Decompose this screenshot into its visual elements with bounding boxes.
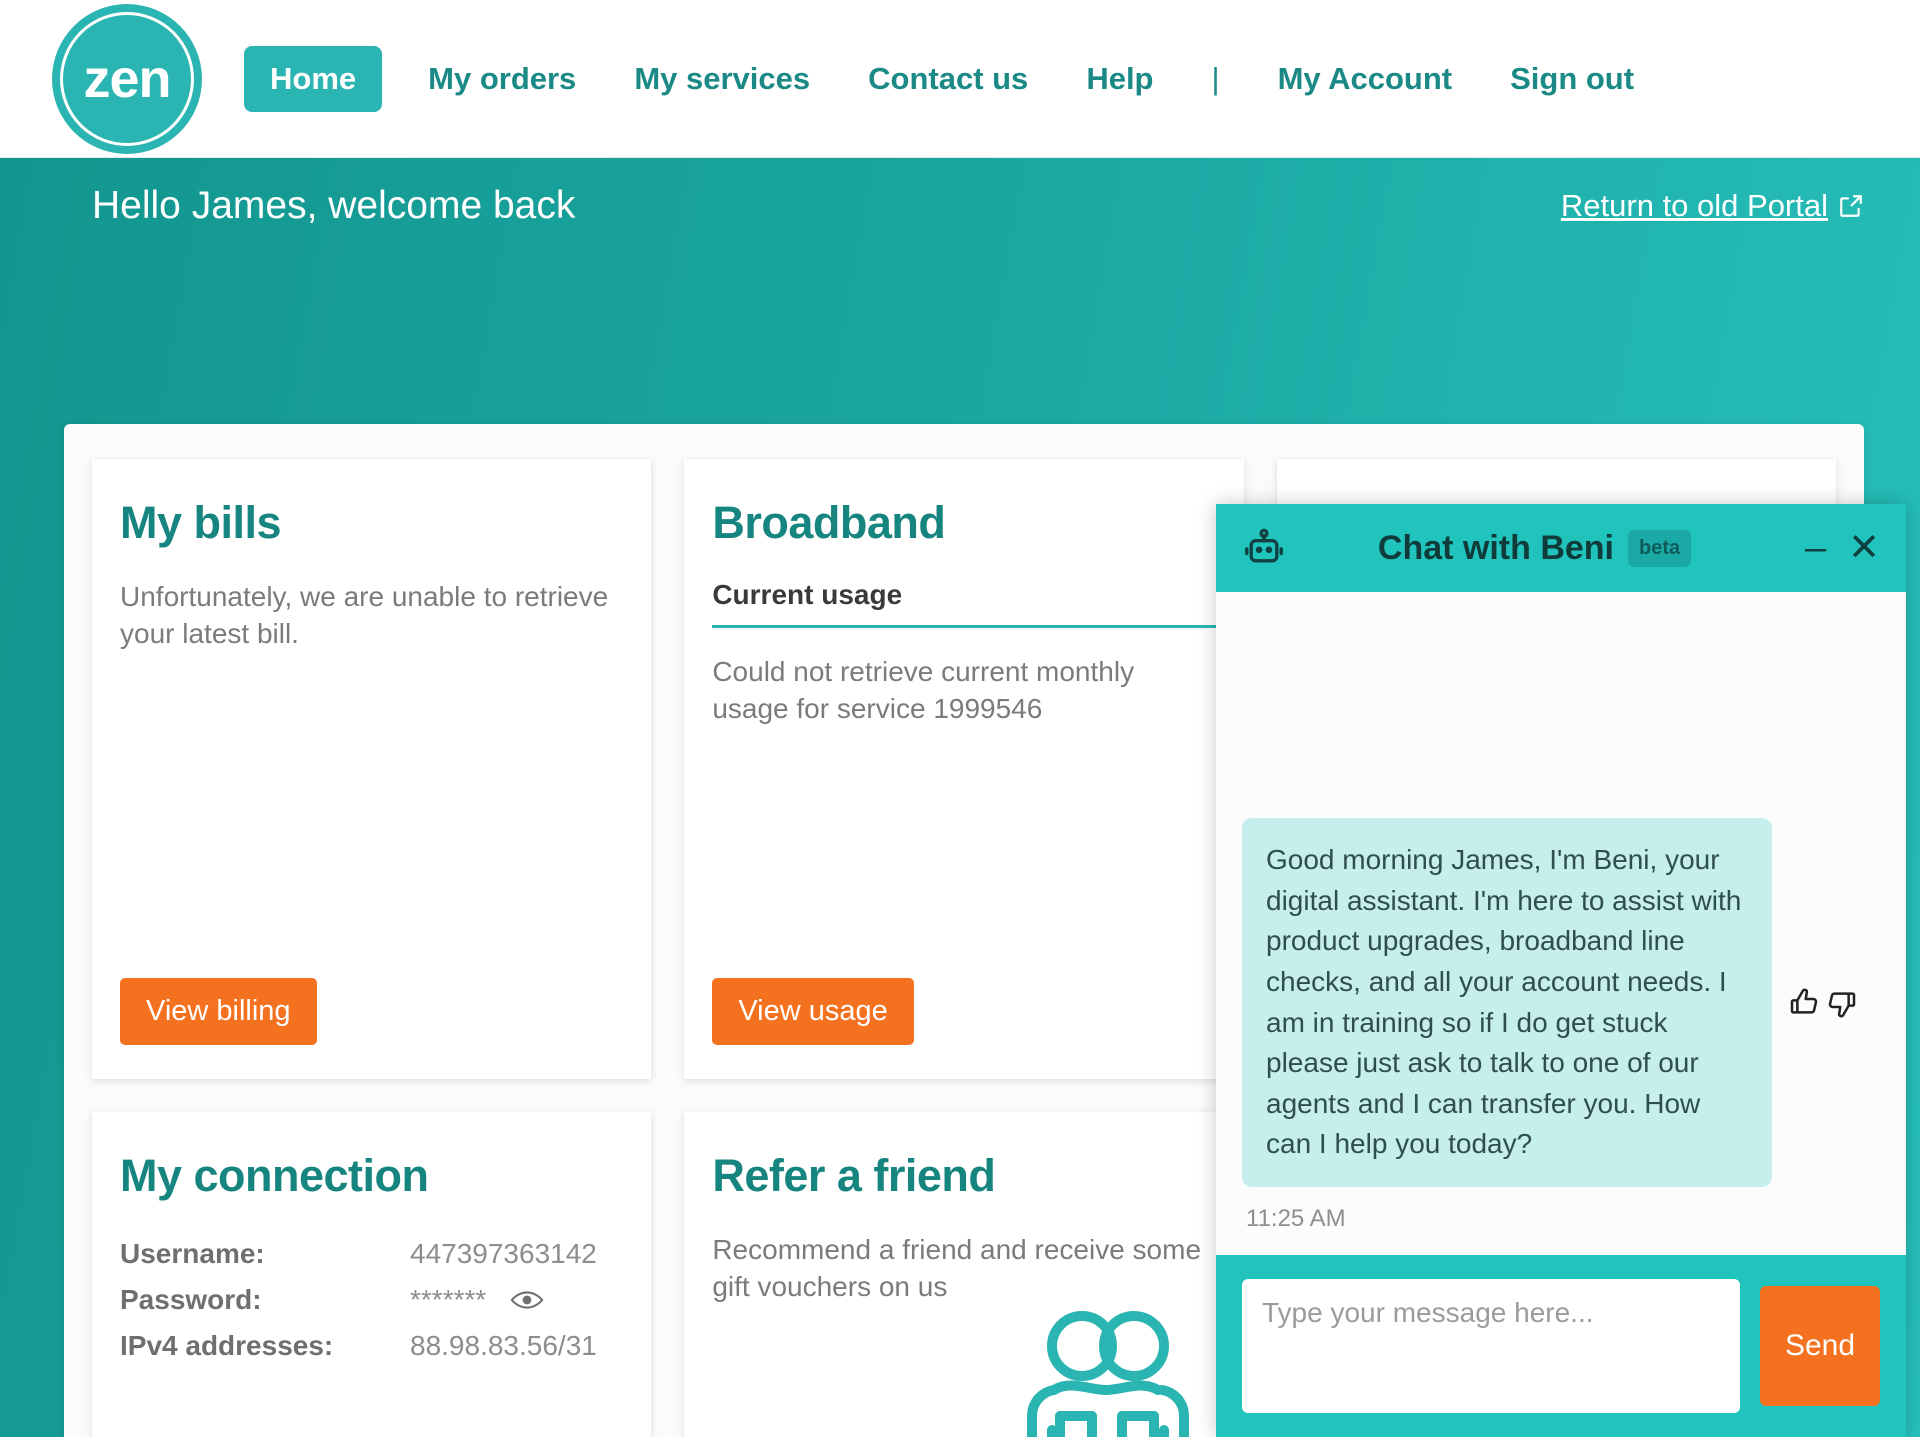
chat-message-list: Good morning James, I'm Beni, your digit… <box>1216 592 1906 1255</box>
ipv4-value: 88.98.83.56/31 <box>410 1330 597 1361</box>
message-rating-controls <box>1788 987 1858 1019</box>
return-link-label: Return to old Portal <box>1560 188 1828 223</box>
ipv4-label: IPv4 addresses: <box>120 1330 334 1361</box>
chat-footer: Send <box>1216 1255 1906 1437</box>
logo-text: zen <box>83 48 171 109</box>
zen-logo[interactable]: zen <box>52 3 202 154</box>
card-body-my-bills: Unfortunately, we are unable to retrieve… <box>120 581 609 649</box>
card-broadband: Broadband Current usage Could not retrie… <box>684 459 1244 1079</box>
nav-item-contact-us[interactable]: Contact us <box>868 61 1028 97</box>
broadband-current-usage-label: Current usage <box>712 579 1216 628</box>
password-label: Password: <box>120 1284 262 1315</box>
chat-message-input[interactable] <box>1242 1279 1740 1413</box>
external-link-icon <box>1840 195 1862 217</box>
nav-item-home[interactable]: Home <box>244 45 383 112</box>
card-title-my-bills: My bills <box>120 497 282 548</box>
two-friends-icon <box>1026 1310 1189 1437</box>
beta-badge: beta <box>1628 529 1692 567</box>
welcome-greeting: Hello James, welcome back <box>92 184 576 227</box>
bot-message-bubble: Good morning James, I'm Beni, your digit… <box>1242 818 1772 1187</box>
card-title-my-connection: My connection <box>120 1150 429 1201</box>
return-to-old-portal-link[interactable]: Return to old Portal <box>1561 188 1864 224</box>
hero-row: Hello James, welcome back Return to old … <box>0 184 1920 228</box>
view-billing-button[interactable]: View billing <box>120 978 317 1045</box>
nav-item-sign-out[interactable]: Sign out <box>1510 61 1634 97</box>
chat-header: Chat with Beni beta – ✕ <box>1216 504 1906 592</box>
card-my-bills: My bills Unfortunately, we are unable to… <box>92 459 652 1079</box>
refer-illustration-row: View more <box>712 1306 1215 1437</box>
connection-details-table: Username: 447397363142 Password: ******* <box>120 1238 623 1376</box>
chat-title-text: Chat with Beni <box>1377 528 1614 567</box>
username-value: 447397363142 <box>410 1238 597 1269</box>
broadband-usage-message: Could not retrieve current monthly usage… <box>712 656 1135 724</box>
nav-item-my-account[interactable]: My Account <box>1278 61 1453 97</box>
connection-row-username: Username: 447397363142 <box>120 1238 623 1270</box>
nav-item-help[interactable]: Help <box>1086 61 1153 97</box>
card-refer-a-friend: Refer a friend Recommend a friend and re… <box>684 1112 1244 1437</box>
connection-row-ipv4: IPv4 addresses: 88.98.83.56/31 <box>120 1330 623 1362</box>
password-value: ******* <box>410 1284 487 1315</box>
card-title-refer-a-friend: Refer a friend <box>712 1150 996 1201</box>
thumbs-up-icon[interactable] <box>1788 987 1820 1019</box>
chat-title: Chat with Beni beta <box>1286 529 1783 568</box>
chat-widget: Chat with Beni beta – ✕ Good morning Jam… <box>1216 504 1906 1437</box>
portal-page: zen Home My orders My services Contact u… <box>0 0 1920 1437</box>
card-my-connection: My connection Username: 447397363142 Pas… <box>92 1112 652 1437</box>
nav-separator: | <box>1211 60 1220 96</box>
chat-send-button[interactable]: Send <box>1760 1286 1880 1406</box>
message-timestamp: 11:25 AM <box>1246 1205 1346 1232</box>
connection-row-password: Password: ******* <box>120 1284 623 1316</box>
card-body-refer-a-friend: Recommend a friend and receive some gift… <box>712 1234 1202 1302</box>
card-title-broadband: Broadband <box>712 497 946 548</box>
chat-message-row: Good morning James, I'm Beni, your digit… <box>1242 818 1880 1187</box>
nav-item-my-orders[interactable]: My orders <box>428 61 576 97</box>
top-navigation-bar: zen Home My orders My services Contact u… <box>0 0 1920 158</box>
chat-close-button[interactable]: ✕ <box>1848 529 1880 567</box>
nav-items: Home My orders My services Contact us He… <box>244 45 1692 112</box>
robot-icon <box>1245 528 1283 563</box>
username-label: Username: <box>120 1238 265 1269</box>
nav-item-my-services[interactable]: My services <box>634 61 810 97</box>
thumbs-down-icon[interactable] <box>1826 987 1858 1019</box>
chat-minimize-button[interactable]: – <box>1805 529 1826 567</box>
show-password-eye-icon[interactable] <box>510 1288 544 1312</box>
view-usage-button[interactable]: View usage <box>712 978 914 1045</box>
